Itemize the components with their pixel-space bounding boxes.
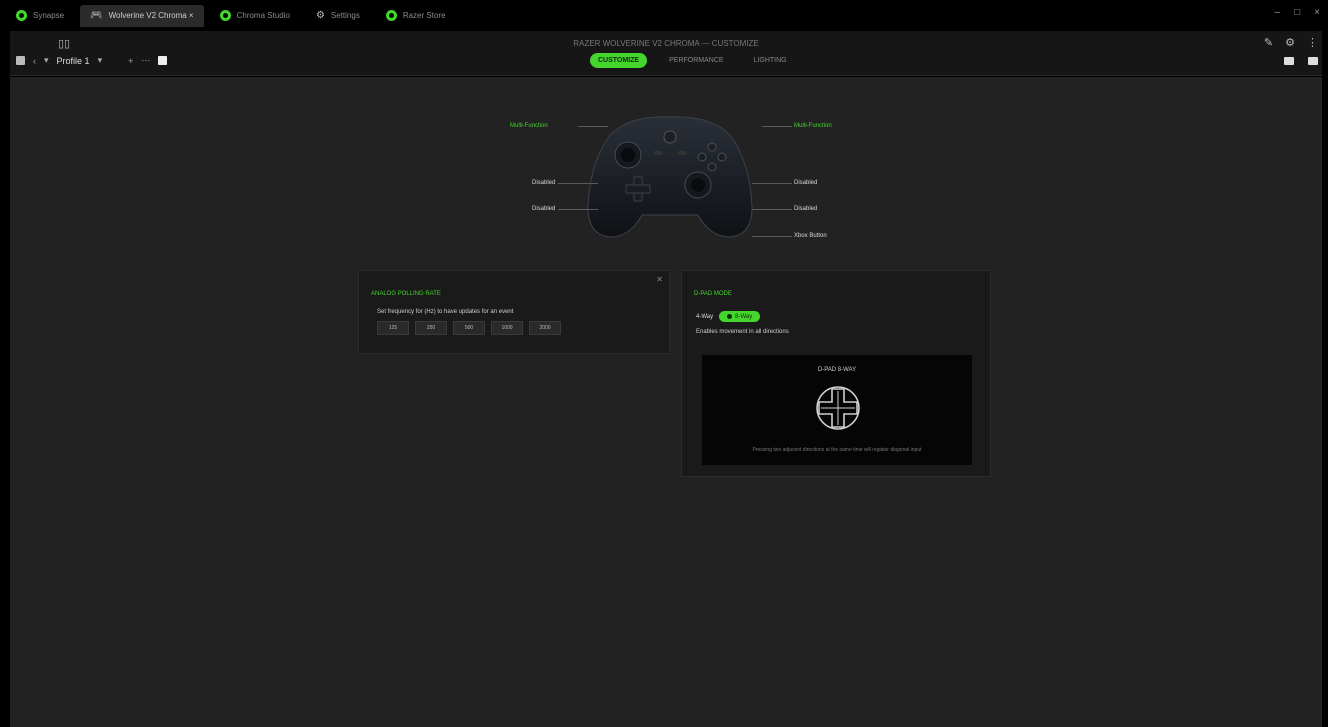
dpad-preview-note: Pressing two adjacent directions at the …: [752, 447, 922, 453]
dpad-mode-panel: D-PAD MODE 4-Way 8-Way Enables movement …: [681, 270, 991, 477]
profile-dropdown[interactable]: Profile 1: [57, 56, 90, 66]
polling-rate-options: 125 250 500 1000 2000: [377, 321, 561, 335]
mode-option-8way[interactable]: 8-Way: [719, 311, 761, 322]
more-icon[interactable]: ⋮: [1307, 36, 1318, 49]
page-title: RAZER WOLVERINE V2 CHROMA — CUSTOMIZE: [573, 39, 759, 48]
header-actions: ✎ ⚙ ⋮: [1264, 36, 1318, 49]
save-icon[interactable]: [158, 56, 168, 65]
edit-icon[interactable]: ✎: [1264, 36, 1273, 49]
view-toggles: [1284, 57, 1318, 65]
leader-line: [762, 126, 792, 127]
razer-logo-icon: [16, 10, 27, 21]
leader-line: [578, 126, 608, 127]
rate-option[interactable]: 1000: [491, 321, 523, 335]
left-frame: [0, 31, 10, 727]
tab-settings[interactable]: ⚙ Settings: [306, 5, 370, 27]
close-button[interactable]: ×: [1314, 7, 1320, 18]
main-content: Multi-Function Disabled Disabled Multi-F…: [10, 77, 1322, 727]
chevron-down-icon[interactable]: ▾: [98, 55, 103, 66]
controller-icon: 🎮: [90, 10, 103, 21]
tab-synapse[interactable]: Synapse: [6, 5, 74, 27]
minimize-button[interactable]: –: [1275, 7, 1281, 18]
callout-left-mid[interactable]: Disabled: [532, 180, 555, 186]
chevron-down-icon[interactable]: ▾: [44, 55, 49, 66]
profile-toolbar: ‹ ▾ Profile 1 ▾ + ⋯: [16, 55, 168, 66]
tab-label: Wolverine V2 Chroma ×: [108, 11, 194, 20]
add-profile-icon[interactable]: +: [128, 56, 133, 66]
callout-right-mid[interactable]: Disabled: [794, 180, 817, 186]
more-icon[interactable]: ⋯: [141, 55, 150, 66]
callout-left-bottom[interactable]: Disabled: [532, 206, 555, 212]
tab-chroma-studio[interactable]: Chroma Studio: [210, 5, 300, 27]
mode-description: Enables movement in all directions: [696, 329, 789, 335]
tab-label: Settings: [330, 11, 360, 20]
window-controls: – □ ×: [1275, 7, 1320, 18]
rate-option[interactable]: 500: [453, 321, 485, 335]
dpad-icon: [816, 386, 860, 430]
tab-customize[interactable]: CUSTOMIZE: [590, 53, 648, 68]
chevron-left-icon[interactable]: ‹: [33, 56, 36, 66]
tab-razer-store[interactable]: Razer Store: [376, 5, 456, 27]
leader-line: [752, 183, 792, 184]
tab-lighting[interactable]: LIGHTING: [746, 53, 795, 68]
keyboard-icon[interactable]: [1284, 57, 1294, 65]
rate-option[interactable]: 125: [377, 321, 409, 335]
dpad-mode-toggle: 4-Way 8-Way: [696, 311, 761, 322]
panel-title: D-PAD MODE: [694, 291, 732, 297]
dpad-preview: D-PAD 8-WAY Pressing two adjacent direct…: [702, 355, 972, 465]
panel-title: ANALOG POLLING RATE: [371, 291, 441, 297]
gear-icon[interactable]: ⚙: [1285, 36, 1295, 49]
tab-bar: Synapse 🎮 Wolverine V2 Chroma × Chroma S…: [0, 0, 1328, 31]
tab-wolverine[interactable]: 🎮 Wolverine V2 Chroma ×: [80, 4, 204, 27]
tab-performance[interactable]: PERFORMANCE: [661, 53, 731, 68]
right-frame: [1322, 31, 1328, 727]
rate-option[interactable]: 2000: [529, 321, 561, 335]
leader-line: [558, 183, 598, 184]
callout-right-bottom[interactable]: Xbox Button: [794, 233, 827, 239]
gear-icon: ⚙: [315, 10, 325, 21]
callout-left-top[interactable]: Multi-Function: [510, 123, 548, 129]
maximize-button[interactable]: □: [1294, 7, 1300, 18]
leader-line: [752, 209, 792, 210]
tab-label: Synapse: [33, 11, 65, 20]
panel-description: Set frequency for (Hz) to have updates f…: [377, 309, 514, 315]
razer-logo-icon: [385, 10, 397, 21]
leader-line: [752, 236, 792, 237]
polling-rate-panel: ✕ ANALOG POLLING RATE Set frequency for …: [358, 270, 670, 354]
tab-label: Chroma Studio: [236, 11, 290, 20]
device-header: ▯▯ RAZER WOLVERINE V2 CHROMA — CUSTOMIZE…: [10, 31, 1322, 76]
controller-diagram: Multi-Function Disabled Disabled Multi-F…: [490, 97, 840, 247]
controller-image: [587, 116, 753, 238]
leader-line: [558, 209, 598, 210]
battery-icon: [1308, 57, 1318, 65]
section-tabs: CUSTOMIZE PERFORMANCE LIGHTING: [590, 53, 795, 68]
callout-right-top[interactable]: Multi-Function: [794, 123, 832, 129]
mode-label: 8-Way: [735, 313, 753, 320]
profile-icon[interactable]: [16, 56, 25, 65]
close-icon[interactable]: ✕: [656, 275, 663, 284]
mode-option-4way[interactable]: 4-Way: [696, 314, 713, 320]
dpad-preview-title: D-PAD 8-WAY: [817, 367, 857, 373]
razer-logo-icon: [219, 10, 231, 21]
tab-label: Razer Store: [402, 11, 446, 20]
callout-right-lower[interactable]: Disabled: [794, 206, 817, 212]
rate-option[interactable]: 250: [415, 321, 447, 335]
